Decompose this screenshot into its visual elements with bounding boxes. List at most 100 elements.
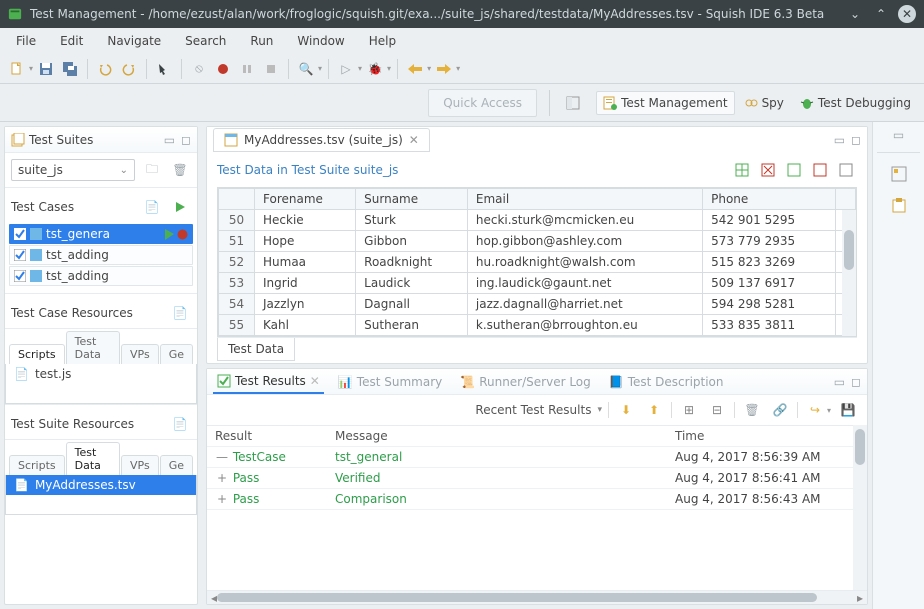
perspective-test-management[interactable]: Test Management bbox=[596, 91, 735, 115]
checkbox-icon[interactable] bbox=[14, 249, 26, 261]
col-phone[interactable]: Phone bbox=[703, 189, 836, 210]
pause-button[interactable] bbox=[236, 58, 258, 80]
table-tool-4[interactable] bbox=[809, 159, 831, 181]
tab-vps[interactable]: VPs bbox=[121, 455, 159, 475]
save-results-button[interactable]: 💾 bbox=[837, 399, 859, 421]
quick-access-input[interactable]: Quick Access bbox=[428, 89, 537, 117]
restore-view-icon[interactable]: ▭ bbox=[893, 128, 904, 142]
tab-test-data[interactable]: Test Data bbox=[66, 331, 120, 364]
cell-surname[interactable]: Gibbon bbox=[356, 231, 468, 252]
cell-email[interactable]: hop.gibbon@ashley.com bbox=[467, 231, 702, 252]
vertical-scrollbar[interactable] bbox=[853, 425, 867, 590]
open-perspective-button[interactable] bbox=[562, 92, 584, 114]
table-row[interactable]: 55 Kahl Sutheran k.sutheran@brroughton.e… bbox=[219, 315, 856, 336]
redo-icon[interactable] bbox=[118, 58, 140, 80]
suite-select[interactable]: suite_js ⌄ bbox=[11, 159, 135, 181]
col-email[interactable]: Email bbox=[467, 189, 702, 210]
pick-icon[interactable] bbox=[153, 58, 175, 80]
menu-file[interactable]: File bbox=[6, 30, 46, 52]
cell-email[interactable]: ing.laudick@gaunt.net bbox=[467, 273, 702, 294]
cell-phone[interactable]: 594 298 5281 bbox=[703, 294, 836, 315]
cell-email[interactable]: jazz.dagnall@harriet.net bbox=[467, 294, 702, 315]
dropdown-arrow-icon[interactable]: ▾ bbox=[427, 64, 431, 73]
table-tool-1[interactable] bbox=[731, 159, 753, 181]
tab-test-results[interactable]: Test Results ✕ bbox=[213, 370, 324, 394]
dropdown-arrow-icon[interactable]: ▾ bbox=[358, 64, 362, 73]
recent-results-label[interactable]: Recent Test Results bbox=[475, 403, 591, 417]
bottom-tab-test-data[interactable]: Test Data bbox=[217, 338, 295, 361]
minimize-view-button[interactable]: ▭ bbox=[164, 133, 175, 147]
tab-more[interactable]: Ge bbox=[160, 455, 193, 475]
cell-email[interactable]: k.sutheran@brroughton.eu bbox=[467, 315, 702, 336]
scrollbar-thumb[interactable] bbox=[844, 230, 854, 270]
collapse-all-button[interactable]: ⊟ bbox=[706, 399, 728, 421]
table-row[interactable]: 50 Heckie Sturk hecki.sturk@mcmicken.eu … bbox=[219, 210, 856, 231]
record-icon[interactable] bbox=[177, 229, 188, 240]
up-arrow-button[interactable]: ⬆ bbox=[643, 399, 665, 421]
new-resource-button[interactable]: 📄 bbox=[169, 413, 191, 435]
horizontal-scrollbar[interactable]: ◂ ▸ bbox=[207, 590, 867, 604]
cell-forename[interactable]: Hope bbox=[255, 231, 356, 252]
perspective-spy[interactable]: Spy bbox=[737, 91, 791, 115]
save-button[interactable] bbox=[35, 58, 57, 80]
table-row[interactable]: 53 Ingrid Laudick ing.laudick@gaunt.net … bbox=[219, 273, 856, 294]
new-resource-button[interactable]: 📄 bbox=[169, 302, 191, 324]
tab-scripts[interactable]: Scripts bbox=[9, 455, 65, 475]
clipboard-icon[interactable] bbox=[888, 195, 910, 217]
col-forename[interactable]: Forename bbox=[255, 189, 356, 210]
cell-forename[interactable]: Jazzlyn bbox=[255, 294, 356, 315]
scrollbar-thumb[interactable] bbox=[855, 429, 865, 465]
menu-window[interactable]: Window bbox=[287, 30, 354, 52]
cell-forename[interactable]: Humaa bbox=[255, 252, 356, 273]
new-button[interactable] bbox=[6, 58, 28, 80]
undo-icon[interactable] bbox=[94, 58, 116, 80]
dropdown-arrow-icon[interactable]: ▾ bbox=[387, 64, 391, 73]
result-row[interactable]: + Pass Verified Aug 4, 2017 8:56:41 AM bbox=[207, 468, 867, 489]
tab-vps[interactable]: VPs bbox=[121, 344, 159, 364]
forward-button[interactable] bbox=[433, 58, 455, 80]
table-tool-3[interactable] bbox=[783, 159, 805, 181]
expander-icon[interactable]: — bbox=[215, 450, 229, 464]
table-row[interactable]: 54 Jazzlyn Dagnall jazz.dagnall@harriet.… bbox=[219, 294, 856, 315]
down-arrow-button[interactable]: ⬇ bbox=[615, 399, 637, 421]
cell-forename[interactable]: Ingrid bbox=[255, 273, 356, 294]
search-icon[interactable]: 🔍 bbox=[295, 58, 317, 80]
suite-tool-1[interactable]: 🗀 bbox=[141, 159, 163, 181]
cell-surname[interactable]: Laudick bbox=[356, 273, 468, 294]
cell-surname[interactable]: Roadknight bbox=[356, 252, 468, 273]
file-item[interactable]: 📄 test.js bbox=[6, 364, 196, 384]
cell-email[interactable]: hu.roadknight@walsh.com bbox=[467, 252, 702, 273]
minimize-view-button[interactable]: ▭ bbox=[834, 375, 845, 389]
col-time[interactable]: Time bbox=[667, 426, 867, 447]
menu-search[interactable]: Search bbox=[175, 30, 236, 52]
table-row[interactable]: 52 Humaa Roadknight hu.roadknight@walsh.… bbox=[219, 252, 856, 273]
stop-button[interactable] bbox=[260, 58, 282, 80]
cell-surname[interactable]: Sutheran bbox=[356, 315, 468, 336]
cell-email[interactable]: hecki.sturk@mcmicken.eu bbox=[467, 210, 702, 231]
results-table[interactable]: Result Message Time — TestCase tst_gener… bbox=[207, 425, 867, 510]
tab-test-summary[interactable]: 📊 Test Summary bbox=[334, 371, 446, 393]
data-grid[interactable]: Forename Surname Email Phone 50 Heckie S… bbox=[217, 187, 857, 337]
menu-edit[interactable]: Edit bbox=[50, 30, 93, 52]
checkbox-icon[interactable] bbox=[14, 228, 26, 240]
col-rownum[interactable] bbox=[219, 189, 255, 210]
test-case-item[interactable]: tst_adding bbox=[9, 266, 193, 286]
close-button[interactable]: ✕ bbox=[898, 5, 916, 23]
outline-icon[interactable] bbox=[888, 163, 910, 185]
dropdown-arrow-icon[interactable]: ▾ bbox=[827, 406, 831, 415]
col-extra[interactable] bbox=[836, 189, 856, 210]
debug-config-button[interactable]: 🐞 bbox=[364, 58, 386, 80]
minimize-button[interactable]: ⌄ bbox=[846, 5, 864, 23]
result-row[interactable]: + Pass Comparison Aug 4, 2017 8:56:43 AM bbox=[207, 489, 867, 510]
table-tool-5[interactable] bbox=[835, 159, 857, 181]
table-row[interactable]: 51 Hope Gibbon hop.gibbon@ashley.com 573… bbox=[219, 231, 856, 252]
maximize-button[interactable]: ⌃ bbox=[872, 5, 890, 23]
run-all-button[interactable] bbox=[169, 196, 191, 218]
run-config-button[interactable]: ▷ bbox=[335, 58, 357, 80]
export-button[interactable]: ↪ bbox=[804, 399, 826, 421]
cell-phone[interactable]: 509 137 6917 bbox=[703, 273, 836, 294]
scroll-right-arrow[interactable]: ▸ bbox=[853, 591, 867, 604]
scrollbar-thumb[interactable] bbox=[217, 593, 817, 602]
maximize-view-button[interactable]: ◻ bbox=[181, 133, 191, 147]
tab-test-data[interactable]: Test Data bbox=[66, 442, 120, 475]
